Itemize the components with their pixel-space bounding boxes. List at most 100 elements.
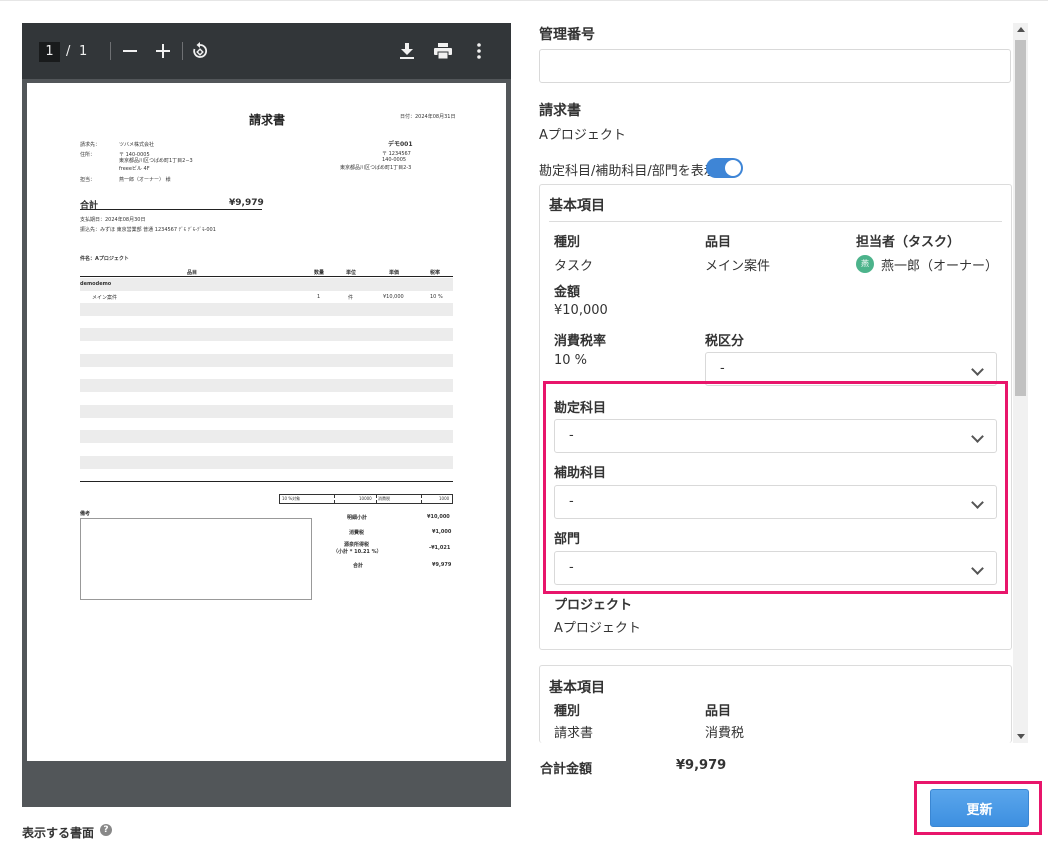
scrollbar-thumb[interactable] [1015, 40, 1026, 396]
col-qty: 数量 [314, 270, 325, 276]
issuer-name: デモ001 [388, 141, 413, 148]
withholding-label: 源泉所得税 [344, 542, 370, 548]
item-label: 品目 [705, 235, 732, 250]
doc-type-value: Aプロジェクト [539, 128, 626, 143]
more-options-button[interactable] [467, 39, 491, 63]
invoice-page: 請求書 日付：2024年08月31日 請求先： ツバメ株式会社 住所： 〒 14… [27, 83, 506, 761]
plus-icon [156, 44, 170, 58]
top-border [0, 0, 1048, 1]
table-bottom-line [80, 481, 453, 482]
total-underline [80, 209, 262, 210]
zoom-in-button[interactable] [151, 39, 175, 63]
zoom-out-button[interactable] [118, 39, 142, 63]
notes-box [80, 518, 312, 600]
due-date: 支払期日：2024年08月30日 [80, 217, 146, 223]
address-label: 住所： [80, 152, 96, 158]
tax-label: 消費税 [378, 496, 390, 501]
toolbar-divider [182, 42, 183, 60]
issuer-line: 〒 1234567 [382, 151, 411, 157]
row-tax: 10 % [430, 294, 443, 300]
rotate-button[interactable] [188, 39, 212, 63]
table-row-band [80, 354, 453, 367]
subject: 件名：Aプロジェクト [80, 256, 129, 262]
table-row-band [80, 328, 453, 341]
avatar: 燕 [856, 255, 874, 273]
consumption-value: ¥1,000 [432, 529, 452, 535]
scroll-up-icon[interactable] [1017, 27, 1025, 32]
help-icon[interactable]: ? [100, 824, 112, 836]
card-title: 基本項目 [549, 198, 605, 214]
type-value: タスク [554, 259, 594, 274]
bill-to-value: ツバメ株式会社 [119, 142, 155, 148]
project-value: Aプロジェクト [554, 621, 641, 636]
type-label: 種別 [554, 235, 581, 250]
subtotal-label: 明細小計 [347, 515, 368, 521]
issuer-line: 140-0005 [382, 157, 407, 163]
tax-table-divider [421, 495, 422, 503]
scrollbar[interactable] [1013, 23, 1028, 743]
print-icon [434, 43, 452, 59]
toolbar-divider [110, 42, 111, 60]
tax-rate-value: 10 % [554, 353, 588, 368]
toggle-label: 勘定科目/補助科目/部門を表示 [539, 164, 717, 179]
table-row-band [80, 405, 453, 418]
card-divider [549, 221, 1002, 222]
account-display-toggle[interactable] [706, 158, 743, 178]
table-row-band [80, 379, 453, 392]
update-button[interactable]: 更新 [930, 789, 1029, 827]
table-row-band [80, 430, 453, 443]
address-line: freeeビル 4F [119, 166, 150, 172]
chevron-down-icon [971, 363, 984, 376]
withholding-label-2: （小計 * 10.21 %） [333, 549, 382, 555]
total-amount-value: ¥9,979 [676, 758, 727, 773]
invoice-date: 日付：2024年08月31日 [400, 114, 456, 120]
col-unit: 単位 [346, 270, 357, 276]
table-row-band [80, 303, 453, 316]
page-number-input[interactable]: 1 [39, 42, 60, 62]
withholding-value: -¥1,021 [429, 545, 451, 551]
item-value: メイン案件 [705, 259, 771, 274]
more-vert-icon [477, 43, 481, 59]
amount-label: 金額 [554, 285, 581, 300]
print-button[interactable] [431, 39, 455, 63]
card-divider [549, 700, 1002, 701]
grand-value: ¥9,979 [432, 562, 452, 568]
download-button[interactable] [395, 39, 419, 63]
address-line: 東京都品川区つばめ町1丁目2−3 [119, 158, 193, 164]
tax-table-divider [376, 495, 377, 503]
bill-to-label: 請求先： [80, 142, 101, 148]
item-label: 品目 [705, 704, 732, 719]
minus-icon [123, 50, 137, 52]
invoice-total-value: ¥9,979 [229, 198, 264, 208]
row-unit: 件 [348, 295, 354, 301]
tax-summary-table: 10 %対象 10000 消費税 1000 [279, 494, 453, 504]
rotate-icon [193, 42, 208, 58]
project-label: プロジェクト [554, 598, 633, 613]
tax-target-label: 10 %対象 [282, 496, 301, 501]
toggle-knob [725, 160, 741, 176]
type-label: 種別 [554, 704, 581, 719]
col-item: 品目 [187, 270, 198, 276]
page-total: 1 [79, 44, 88, 59]
row-price: ¥10,000 [383, 294, 404, 300]
scroll-down-icon[interactable] [1017, 734, 1025, 739]
tax-rate-label: 消費税率 [554, 334, 607, 349]
table-header-line [80, 276, 453, 277]
consumption-label: 消費税 [349, 530, 365, 536]
tax-class-value: - [720, 361, 725, 376]
assignee-label: 担当者（タスク） [856, 235, 961, 250]
tax-table-divider [334, 495, 335, 503]
download-icon [400, 43, 414, 59]
group-name: demodemo [80, 281, 112, 287]
issuer-line: 東京都品川区つばめ町1丁目2-3 [340, 165, 412, 171]
type-value: 請求書 [554, 726, 594, 741]
mgmt-no-input[interactable] [539, 49, 1011, 83]
tax-target-value: 10000 [359, 496, 372, 501]
basic-items-card-2 [539, 665, 1012, 743]
bank-info: 振込先：みずほ 東京営業部 普通 1234567 ﾃﾞﾓ ﾃﾞﾓ-ﾃﾞﾓ-001 [80, 227, 216, 233]
person-label: 担当： [80, 177, 96, 183]
pdf-toolbar: 1 / 1 [22, 23, 511, 79]
grand-label: 合計 [353, 563, 364, 569]
page-separator: / [66, 44, 71, 59]
tax-class-label: 税区分 [705, 334, 745, 349]
